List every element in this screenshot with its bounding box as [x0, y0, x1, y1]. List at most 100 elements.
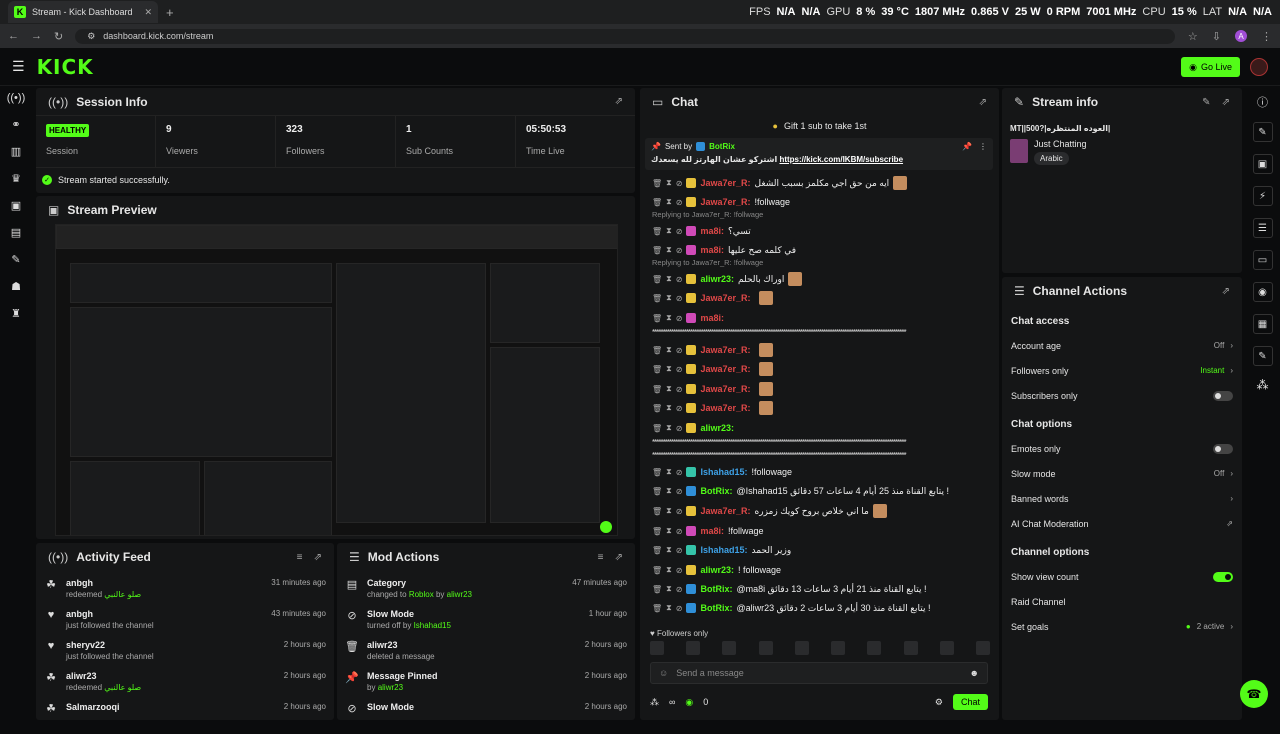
gift-sub-banner[interactable]: ● Gift 1 sub to take 1st [640, 116, 999, 136]
timeout-icon[interactable]: ⧗ [666, 545, 672, 555]
subscribers-only-toggle[interactable] [1213, 390, 1233, 401]
emotes-only-toggle[interactable] [1213, 443, 1233, 454]
ban-icon[interactable]: ⊘ [676, 227, 683, 236]
timeout-icon[interactable]: ⧗ [666, 197, 672, 207]
timeout-icon[interactable]: ⧗ [666, 313, 672, 323]
emote[interactable] [975, 641, 990, 655]
chat-send-button[interactable]: Chat [952, 694, 988, 710]
nodes-icon[interactable]: ⁂ [650, 697, 659, 708]
delete-icon[interactable]: 🗑 [652, 566, 662, 575]
reload-icon[interactable]: ↻ [54, 30, 63, 43]
browser-menu-icon[interactable]: ⋮ [1261, 30, 1272, 43]
close-tab-icon[interactable]: ✕ [144, 7, 152, 18]
url-field[interactable]: ⚙ dashboard.kick.com/stream [75, 28, 1176, 44]
followers-only-row[interactable]: Followers only Instant › [1011, 358, 1233, 383]
moderation-icon[interactable]: ♜ [11, 307, 21, 320]
emote[interactable] [794, 641, 809, 655]
pinned-link[interactable]: https://kick.com/IKBM/subscribe [779, 155, 903, 164]
ban-icon[interactable]: ⊘ [676, 566, 683, 575]
chat-username[interactable]: BotRix: [700, 603, 732, 613]
timeout-icon[interactable]: ⧗ [666, 603, 672, 613]
back-icon[interactable]: ← [8, 30, 19, 42]
chat-username[interactable]: Jawa7er_R: [700, 384, 750, 394]
emote[interactable] [686, 641, 701, 655]
chat-username[interactable]: aliwr23: [700, 423, 734, 433]
ban-icon[interactable]: ⊘ [676, 365, 683, 374]
delete-icon[interactable]: 🗑 [652, 424, 662, 433]
stream-preview-video[interactable] [55, 224, 618, 536]
timeout-icon[interactable]: ⧗ [666, 526, 672, 536]
nodes-icon[interactable]: ⁂ [1257, 378, 1269, 392]
emoji-prefix-icon[interactable]: ☺ [659, 668, 668, 678]
ban-icon[interactable]: ⊘ [676, 385, 683, 394]
timeout-icon[interactable]: ⧗ [666, 226, 672, 236]
timeout-icon[interactable]: ⧗ [666, 423, 672, 433]
ban-icon[interactable]: ⊘ [676, 314, 683, 323]
timeout-icon[interactable]: ⧗ [666, 584, 672, 594]
stream-icon[interactable]: ((•)) [7, 92, 26, 104]
bookmark-star-icon[interactable]: ☆ [1188, 30, 1198, 43]
delete-icon[interactable]: 🗑 [652, 546, 662, 555]
user-avatar[interactable] [1250, 58, 1268, 76]
mod-target[interactable]: Roblox [409, 590, 434, 599]
trophy-icon[interactable]: ♛ [11, 172, 21, 185]
set-goals-row[interactable]: Set goals ● 2 active › [1011, 614, 1233, 639]
ai-moderation-row[interactable]: AI Chat Moderation ⇗ [1011, 511, 1233, 536]
community-icon[interactable]: ☗ [11, 280, 21, 293]
forward-icon[interactable]: → [31, 30, 42, 42]
ban-icon[interactable]: ⊘ [676, 198, 683, 207]
mod-action-name[interactable]: aliwr23 [367, 640, 577, 650]
timeout-icon[interactable]: ⧗ [666, 565, 672, 575]
mod-user[interactable]: aliwr23 [378, 683, 403, 692]
chat-username[interactable]: ma8i: [700, 226, 724, 236]
chat-username[interactable]: BotRix: [700, 486, 732, 496]
chat-settings-icon[interactable]: ⚙ [935, 697, 943, 708]
chat-username[interactable]: Jawa7er_R: [700, 506, 750, 516]
banned-words-row[interactable]: Banned words › [1011, 486, 1233, 511]
download-icon[interactable]: ⇩ [1212, 30, 1221, 43]
ban-icon[interactable]: ⊘ [676, 487, 683, 496]
delete-icon[interactable]: 🗑 [652, 507, 662, 516]
ban-icon[interactable]: ⊘ [676, 246, 683, 255]
chart-icon[interactable]: ▤ [11, 226, 21, 239]
emote[interactable] [939, 641, 954, 655]
activity-user[interactable]: aliwr23 [66, 671, 276, 681]
chat-username[interactable]: Jawa7er_R: [700, 178, 750, 188]
ban-icon[interactable]: ⊘ [676, 275, 683, 284]
timeout-icon[interactable]: ⧗ [666, 364, 672, 374]
activity-user[interactable]: anbgh [66, 578, 263, 588]
delete-icon[interactable]: 🗑 [652, 227, 662, 236]
ban-icon[interactable]: ⊘ [676, 604, 683, 613]
delete-icon[interactable]: 🗑 [652, 365, 662, 374]
link-icon[interactable]: ⚭ [11, 118, 20, 131]
hamburger-menu-icon[interactable]: ☰ [12, 58, 25, 75]
browser-tab[interactable]: K Stream - Kick Dashboard ✕ [8, 1, 158, 23]
ban-icon[interactable]: ⊘ [676, 346, 683, 355]
infinity-icon[interactable]: ∞ [669, 697, 675, 707]
timeout-icon[interactable]: ⧗ [666, 486, 672, 496]
chat-username[interactable]: Jawa7er_R: [700, 197, 750, 207]
activity-user[interactable]: Salmarzooqi [66, 702, 276, 712]
calendar-icon[interactable]: ▦ [1252, 314, 1273, 334]
emote[interactable] [650, 641, 664, 655]
popout-icon[interactable]: ⇗ [1222, 286, 1230, 297]
delete-icon[interactable]: 🗑 [652, 585, 662, 594]
chat-input[interactable]: ☺ Send a message ☻ [650, 662, 988, 684]
preview-icon[interactable]: ▣ [1252, 154, 1273, 174]
chat-username[interactable]: Jawa7er_R: [700, 293, 750, 303]
delete-icon[interactable]: 🗑 [652, 404, 662, 413]
chat-username[interactable]: ma8i: [700, 313, 724, 323]
raid-channel-row[interactable]: Raid Channel [1011, 589, 1233, 614]
category-thumbnail[interactable] [1010, 139, 1028, 163]
activity-user[interactable]: sheryv22 [66, 640, 276, 650]
chat-username[interactable]: Jawa7er_R: [700, 364, 750, 374]
wrench-icon[interactable]: ✎ [11, 253, 20, 266]
video-icon[interactable]: ▣ [11, 199, 21, 212]
chat-username[interactable]: Jawa7er_R: [700, 403, 750, 413]
popout-icon[interactable]: ⇗ [615, 96, 623, 107]
help-chat-icon[interactable]: ☎ [1240, 680, 1268, 708]
popout-icon[interactable]: ⇗ [979, 97, 987, 108]
pinned-user[interactable]: BotRix [709, 142, 735, 151]
show-view-count-toggle[interactable] [1213, 571, 1233, 582]
unpin-icon[interactable]: 📌 ⋮ [962, 142, 987, 151]
